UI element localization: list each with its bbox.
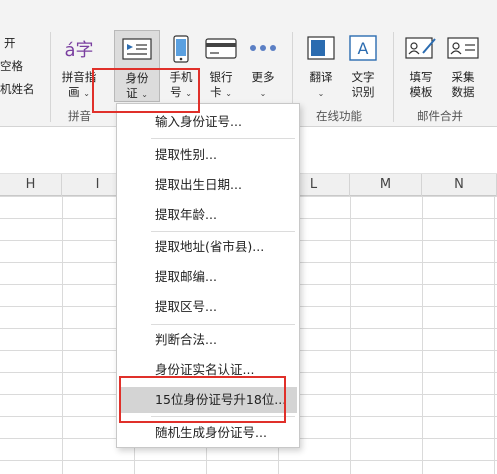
bankcard-icon bbox=[205, 35, 237, 64]
menu-separator bbox=[151, 138, 295, 139]
svg-text:A: A bbox=[358, 39, 369, 58]
menu-separator bbox=[151, 324, 295, 325]
menu-item-validate[interactable]: 判断合法... bbox=[119, 327, 297, 353]
menu-item-extract-areacode[interactable]: 提取区号... bbox=[119, 294, 297, 320]
idcard-icon bbox=[122, 36, 152, 65]
translate-icon bbox=[306, 35, 336, 64]
translate-button[interactable]: 翻译 ⌄ bbox=[298, 30, 344, 102]
menu-item-extract-gender[interactable]: 提取性别... bbox=[119, 142, 297, 168]
chevron-down-icon: ⌄ bbox=[141, 90, 148, 99]
text-recognition-icon: A bbox=[348, 35, 378, 64]
chevron-down-icon: ⌄ bbox=[83, 89, 90, 98]
ribbon-left-item-1[interactable]: 开 bbox=[4, 36, 16, 50]
ribbon-separator bbox=[393, 32, 394, 122]
more-dots-icon bbox=[248, 42, 278, 56]
ocr-button[interactable]: A 文字 识别 bbox=[340, 30, 386, 102]
collect-data-button[interactable]: 采集 数据 bbox=[440, 30, 486, 102]
column-header-m[interactable]: M bbox=[350, 174, 422, 196]
idcard-button[interactable]: 身份 证 ⌄ bbox=[114, 30, 160, 102]
menu-separator bbox=[151, 231, 295, 232]
pinyin-button[interactable]: á字 拼音指 画 ⌄ bbox=[56, 30, 102, 102]
pinyin-icon: á字 bbox=[64, 40, 94, 61]
chevron-down-icon: ⌄ bbox=[317, 89, 325, 98]
chevron-down-icon: ⌄ bbox=[185, 89, 192, 98]
menu-item-extract-address[interactable]: 提取地址(省市县)... bbox=[119, 234, 297, 260]
menu-item-extract-birthdate[interactable]: 提取出生日期... bbox=[119, 172, 297, 198]
column-header-h[interactable]: H bbox=[0, 174, 62, 196]
more-button[interactable]: 更多 ⌄ bbox=[240, 30, 286, 102]
group-label-online: 在线功能 bbox=[316, 109, 362, 123]
group-label-mail-merge: 邮件合并 bbox=[417, 109, 463, 123]
chevron-down-icon: ⌄ bbox=[259, 89, 267, 98]
menu-item-extract-age[interactable]: 提取年龄... bbox=[119, 202, 297, 228]
group-label-pinyin: 拼音 bbox=[68, 109, 91, 123]
menu-item-upgrade-15-to-18[interactable]: 15位身份证号升18位... bbox=[119, 387, 297, 413]
bankcard-button[interactable]: 银行 卡 ⌄ bbox=[198, 30, 244, 102]
phone-icon bbox=[170, 35, 192, 66]
menu-item-input-id[interactable]: 输入身份证号... bbox=[119, 109, 297, 135]
menu-item-random-generate[interactable]: 随机生成身份证号... bbox=[119, 420, 297, 446]
ribbon-left-item-3[interactable]: 机姓名 bbox=[0, 82, 35, 96]
column-header-n[interactable]: N bbox=[422, 174, 497, 196]
idcard-dropdown-menu: 输入身份证号... 提取性别... 提取出生日期... 提取年龄... 提取地址… bbox=[116, 103, 300, 448]
menu-separator bbox=[151, 416, 295, 417]
fill-template-button[interactable]: 填写 模板 bbox=[398, 30, 444, 102]
menu-item-extract-postcode[interactable]: 提取邮编... bbox=[119, 264, 297, 290]
chevron-down-icon: ⌄ bbox=[225, 89, 232, 98]
menu-item-realname-auth[interactable]: 身份证实名认证... bbox=[119, 357, 297, 383]
ribbon-left-item-2[interactable]: 空格 bbox=[0, 59, 23, 73]
ribbon-separator bbox=[50, 32, 51, 122]
collect-data-icon bbox=[447, 35, 479, 64]
fill-template-icon bbox=[405, 35, 437, 64]
